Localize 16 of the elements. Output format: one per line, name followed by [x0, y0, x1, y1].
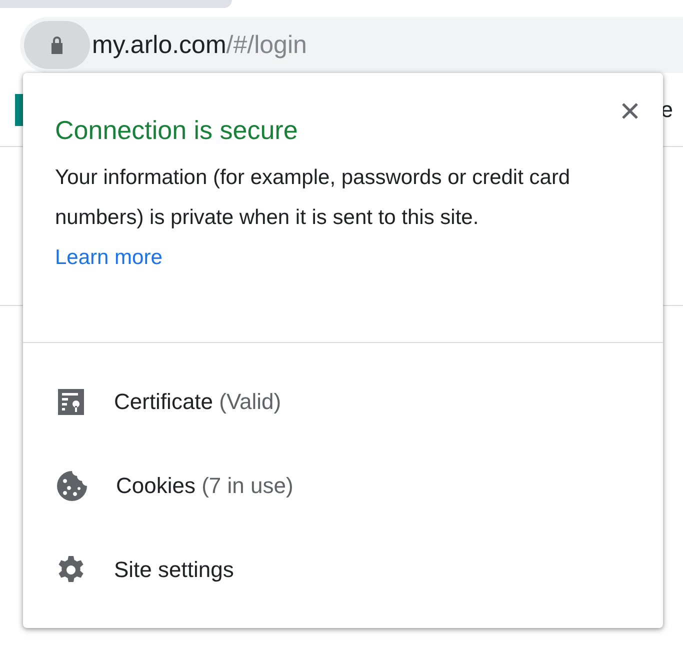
close-icon	[621, 102, 639, 120]
address-bar[interactable]: my.arlo.com/#/login	[20, 17, 683, 73]
site-info-button[interactable]	[24, 21, 90, 69]
site-info-item[interactable]: Certificate (Valid)	[23, 360, 663, 444]
url-host: my.arlo.com	[92, 30, 226, 58]
site-info-item[interactable]: Site settings	[23, 528, 663, 612]
logo-block	[15, 94, 23, 126]
certificate-icon	[56, 387, 86, 417]
popup-title: Connection is secure	[55, 115, 298, 146]
security-message: Your information (for example, passwords or credit card numbers) is private when it is sent to this site.	[55, 165, 572, 231]
gear-icon	[56, 555, 86, 585]
cookie-icon	[56, 470, 88, 502]
lock-icon	[49, 35, 65, 55]
site-info-item[interactable]: Cookies (7 in use)	[23, 444, 663, 528]
url-path: /#/login	[226, 30, 307, 58]
learn-more-link[interactable]: Learn more	[55, 238, 162, 278]
